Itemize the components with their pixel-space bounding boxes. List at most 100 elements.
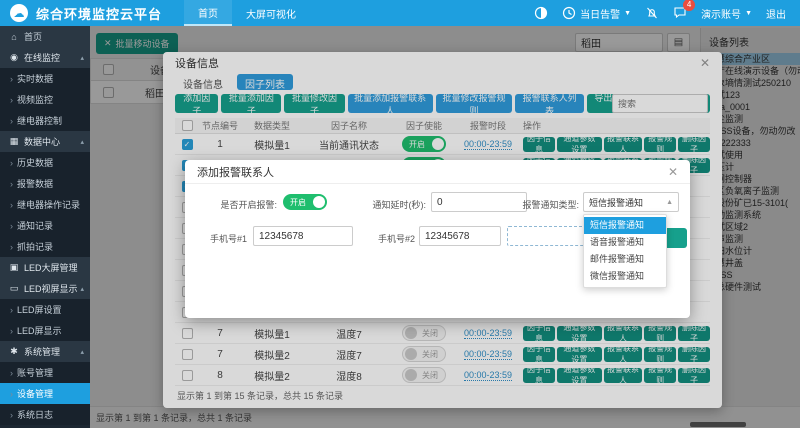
sidebar-item-系统管理[interactable]: ✱系统管理▴ [0,341,90,362]
sidebar-item-账号管理[interactable]: › 账号管理 [0,362,90,383]
chevron-right-icon: › [10,116,13,126]
screen-icon: ▭ [8,283,20,294]
notify-delay-input[interactable] [431,192,527,212]
chevron-right-icon: › [10,74,13,84]
sidebar-item-label: 首页 [24,30,42,43]
phone2-label: 手机号#2 [369,232,415,245]
toggle-label: 开启 [290,197,306,208]
sidebar-item-数据中心[interactable]: ▦ 数据中心 ▴ [0,131,90,152]
chevron-up-icon: ▲ [666,199,673,206]
sidebar-item-抓拍记录[interactable]: › 抓拍记录 [0,236,90,257]
chevron-up-icon: ▴ [80,285,84,293]
monitor-icon: ◉ [8,52,20,63]
toggle-knob [313,196,325,208]
sidebar-item-LED视屏显示[interactable]: ▭ LED视屏显示▴ [0,278,90,299]
data-icon: ▦ [8,136,20,147]
sidebar-item-label: 报警数据 [17,177,53,190]
sidebar-item-label: 数据中心 [24,135,60,148]
home-icon: ⌂ [8,32,20,42]
sidebar-item-label: 系统日志 [17,408,53,421]
notify-delay-label: 通知延时(秒): [350,198,426,211]
sidebar-item-LED屏显示[interactable]: ›LED屏显示 [0,320,90,341]
cloud-logo-icon: ☁ [10,4,28,22]
sidebar-item-label: 实时数据 [17,72,53,85]
nav-item-大屏可视化[interactable]: 大屏可视化 [232,0,310,26]
sidebar-item-通知记录[interactable]: › 通知记录 [0,215,90,236]
add-alarm-contact-modal: 添加报警联系人 ✕ 是否开启报警: 开启 通知延时(秒): 报警通知类型: 短信… [185,160,690,318]
sidebar-item-在线监控[interactable]: ◉在线监控▴ [0,47,90,68]
phone2-input[interactable] [419,226,501,246]
sidebar-item-label: 历史数据 [17,156,53,169]
dropdown-option-微信报警通知[interactable]: 微信报警通知 [584,268,666,285]
sidebar-item-视频监控[interactable]: › 视频监控 [0,89,90,110]
sidebar-item-历史数据[interactable]: › 历史数据 [0,152,90,173]
chevron-right-icon: › [10,410,13,420]
enable-alarm-label: 是否开启报警: [197,198,277,211]
sidebar-item-label: 抓拍记录 [17,240,53,253]
contact-name-input[interactable] [507,226,587,246]
led-icon: ▣ [8,262,20,273]
sidebar-item-实时数据[interactable]: › 实时数据 [0,68,90,89]
sidebar-item-label: 继电器控制 [17,114,62,127]
chevron-right-icon: › [10,242,13,252]
chevron-right-icon: › [10,95,13,105]
theme-icon[interactable] [534,6,548,20]
top-navbar: ☁ 综合环境监控云平台 首页大屏可视化 当日告警 ▼ 4 [0,0,800,26]
sidebar-item-label: 继电器操作记录 [17,198,80,211]
dropdown-option-语音报警通知[interactable]: 语音报警通知 [584,234,666,251]
sidebar-item-label: 视频监控 [17,93,53,106]
chevron-right-icon: › [10,221,13,231]
account-menu[interactable]: 演示账号 ▼ [701,6,752,21]
phone1-input[interactable] [253,226,353,246]
daily-alarm-menu[interactable]: 当日告警 ▼ [562,6,631,21]
messages-menu[interactable]: 4 [673,5,687,22]
chevron-right-icon: › [10,368,13,378]
sidebar-item-LED大屏管理[interactable]: ▣ LED大屏管理 [0,257,90,278]
sidebar-item-label: LED屏设置 [17,303,62,316]
dropdown-option-短信报警通知[interactable]: 短信报警通知 [584,217,666,234]
account-label: 演示账号 [701,6,741,21]
contact-modal-header: 添加报警联系人 ✕ [185,160,690,184]
nav-item-首页[interactable]: 首页 [184,0,232,26]
alarm-type-dropdown: 短信报警通知语音报警通知邮件报警通知微信报警通知 [583,214,667,288]
chevron-right-icon: › [10,389,13,399]
sidebar-item-设备管理[interactable]: › 设备管理 [0,383,90,404]
bell-mute-icon[interactable] [645,6,659,20]
sidebar-item-首页[interactable]: ⌂ 首页 [0,26,90,47]
sidebar-item-系统日志[interactable]: › 系统日志 [0,404,90,425]
chevron-up-icon: ▴ [80,348,84,356]
message-count-badge: 4 [683,0,695,11]
chevron-up-icon: ▴ [80,138,84,146]
alarm-type-value: 短信报警通知 [589,196,643,209]
chevron-right-icon: › [10,179,13,189]
close-icon[interactable]: ✕ [668,166,678,178]
sidebar-item-继电器操作记录[interactable]: ›继电器操作记录 [0,194,90,215]
sidebar-item-label: 设备管理 [17,387,53,400]
chevron-right-icon: › [10,158,13,168]
navbar-right: 当日告警 ▼ 4 演示账号 ▼ 退出 [534,5,800,22]
daily-alarm-label: 当日告警 [580,6,620,21]
sidebar-item-报警数据[interactable]: › 报警数据 [0,173,90,194]
sidebar-item-LED屏设置[interactable]: › LED屏设置 [0,299,90,320]
chevron-down-icon: ▼ [745,10,752,17]
chevron-up-icon: ▴ [80,54,84,62]
enable-alarm-toggle[interactable]: 开启 [283,194,327,210]
sidebar-item-label: LED大屏管理 [24,261,78,274]
sidebar-nav: ⌂ 首页 ◉在线监控▴ › 实时数据 › 视频监控 › 继电器控制 ▦ 数据中心 ▴ › 历史数据 › 报警数… [0,26,90,428]
alarm-clock-icon [562,6,576,20]
sidebar-item-label: LED视屏显示 [24,282,78,295]
chevron-right-icon: › [10,326,13,336]
phone1-label: 手机号#1 [197,232,247,245]
nav-menu: 首页大屏可视化 [184,0,310,26]
gear-icon: ✱ [8,346,20,357]
sidebar-item-label: 账号管理 [17,366,53,379]
alarm-type-label: 报警通知类型: [519,198,579,211]
logout-button[interactable]: 退出 [766,6,786,21]
sidebar-item-继电器控制[interactable]: › 继电器控制 [0,110,90,131]
sidebar-item-label: 通知记录 [17,219,53,232]
app-window: ☁ 综合环境监控云平台 首页大屏可视化 当日告警 ▼ 4 [0,0,800,428]
dropdown-option-邮件报警通知[interactable]: 邮件报警通知 [584,251,666,268]
app-title: 综合环境监控云平台 [36,4,162,23]
alarm-type-select[interactable]: 短信报警通知 ▲ [583,192,679,212]
chevron-right-icon: › [10,305,13,315]
